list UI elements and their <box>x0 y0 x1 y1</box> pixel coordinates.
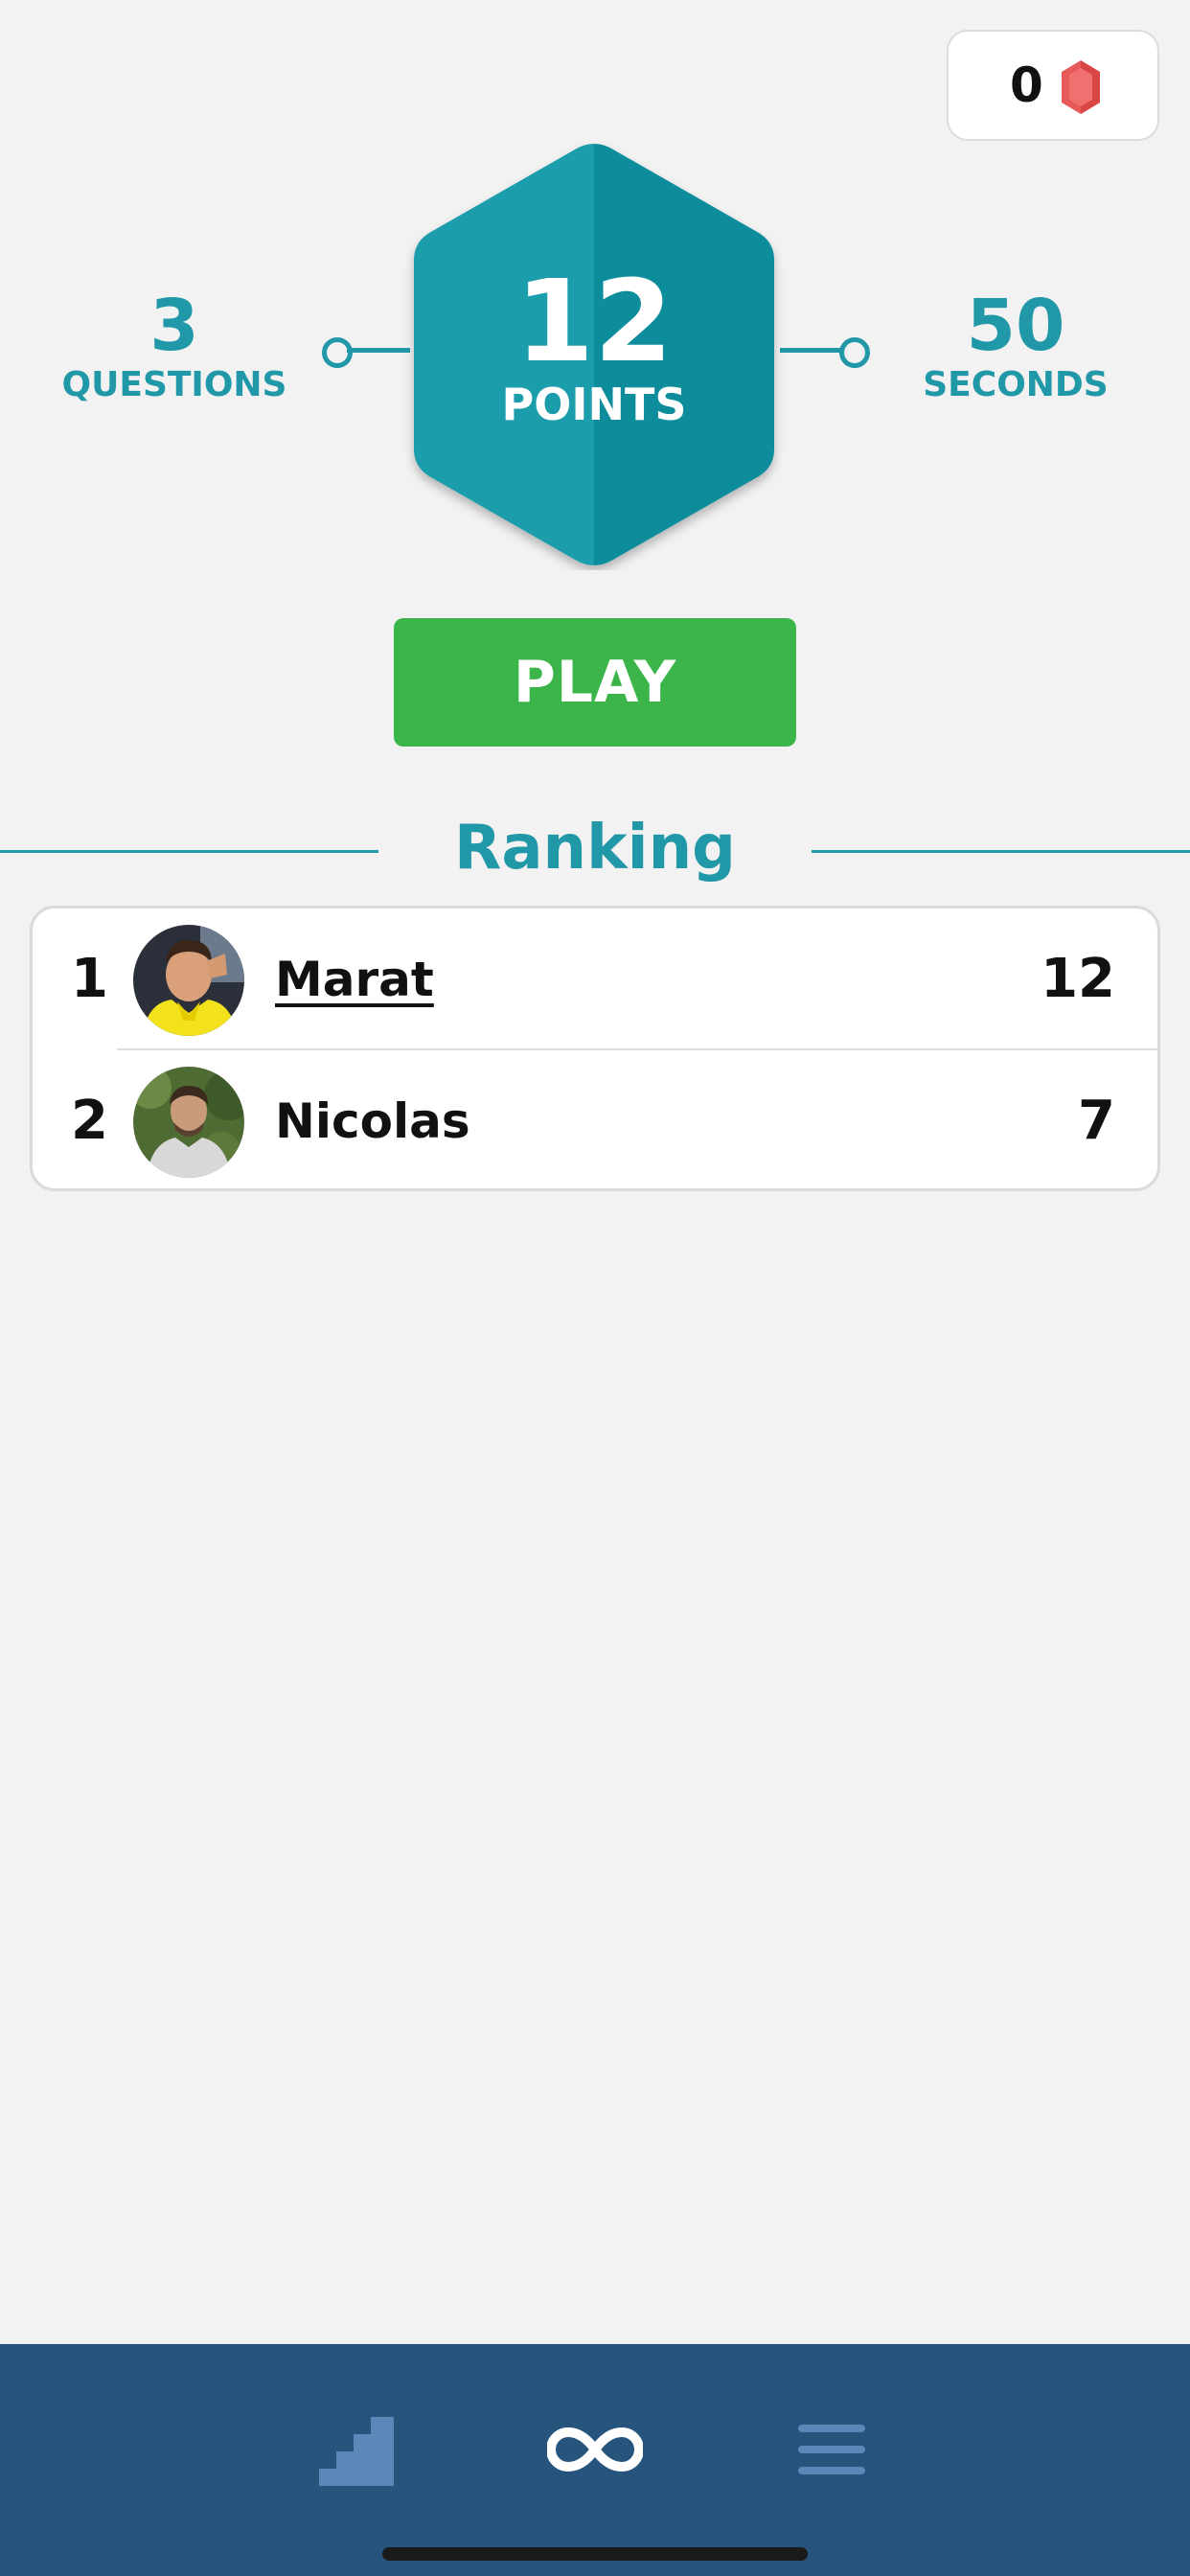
gem-count: 0 <box>1010 58 1043 113</box>
home-indicator <box>382 2547 808 2561</box>
ranking-divider-right <box>812 850 1190 853</box>
gem-counter[interactable]: 0 <box>947 30 1159 141</box>
ranking-list: 1 Marat 12 2 Nicolas 7 <box>30 906 1160 1191</box>
menu-icon[interactable] <box>784 2402 880 2497</box>
player-score: 7 <box>1078 1090 1115 1152</box>
questions-label: QUESTIONS <box>61 365 287 404</box>
questions-stat: 3 QUESTIONS <box>38 288 310 406</box>
avatar <box>133 1067 244 1178</box>
gem-icon <box>1062 60 1100 114</box>
seconds-label: SECONDS <box>923 365 1109 404</box>
player-score: 12 <box>1041 948 1115 1010</box>
player-name-link[interactable]: Marat <box>275 949 434 1010</box>
points-display: 12 POINTS <box>402 264 786 430</box>
ranking-divider-left <box>0 850 378 853</box>
ranking-title: Ranking <box>454 813 736 884</box>
player-name: Nicolas <box>275 1093 470 1149</box>
play-button[interactable]: PLAY <box>394 618 796 747</box>
avatar <box>133 925 244 1036</box>
infinity-icon[interactable] <box>547 2402 643 2497</box>
points-value: 12 <box>515 255 674 387</box>
seconds-stat: 50 SECONDS <box>880 288 1152 406</box>
questions-value: 3 <box>149 285 199 367</box>
ranking-row[interactable]: 2 Nicolas 7 <box>33 1050 1157 1188</box>
connector-dot-right <box>839 337 870 368</box>
seconds-value: 50 <box>966 285 1065 367</box>
points-label: POINTS <box>501 379 687 430</box>
connector-dot-left <box>322 337 353 368</box>
ranking-row[interactable]: 1 Marat 12 <box>33 908 1157 1050</box>
stairs-icon[interactable] <box>308 2402 403 2497</box>
connector-line-right <box>780 348 845 353</box>
connector-line-left <box>347 348 410 353</box>
tab-bar <box>0 2344 1190 2576</box>
